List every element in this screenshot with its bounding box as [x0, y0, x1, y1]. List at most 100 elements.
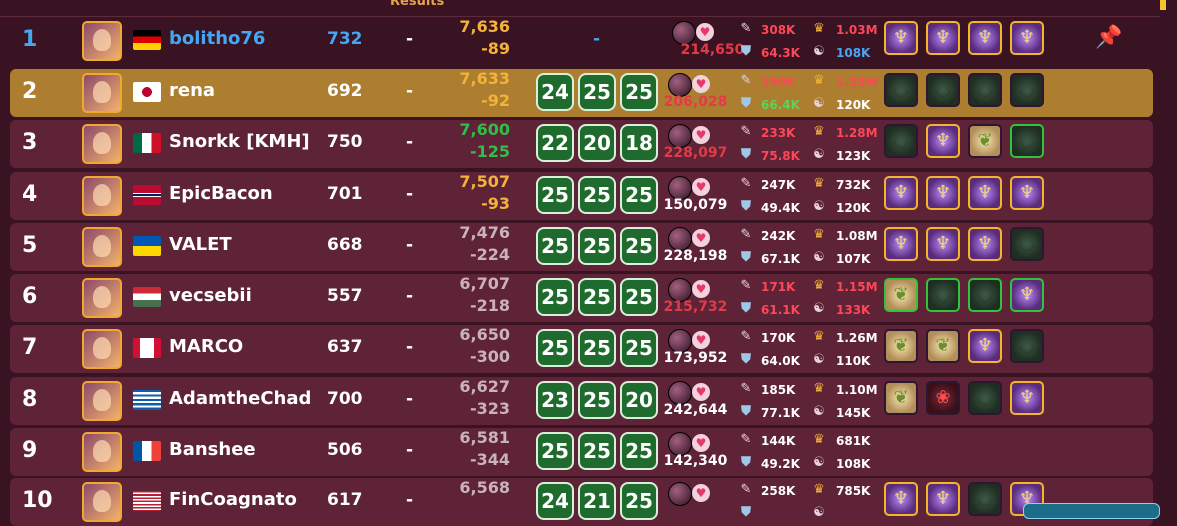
player-avatar[interactable]	[82, 278, 122, 318]
leaderboard-row[interactable]: 10 FinCoagnato 617 - 6,568 24 21 25 ♥ ✎ 258K ⛊ ♛ 785K…	[10, 478, 1153, 526]
team-girl-card[interactable]: ♆	[968, 329, 1002, 363]
team-card-icon: ♆	[934, 130, 952, 151]
score-box: 25	[620, 482, 658, 520]
harmony-value: 120K	[836, 98, 871, 112]
bottom-action-button[interactable]	[1023, 503, 1160, 519]
team-bowl-card[interactable]: ◡	[1010, 73, 1044, 107]
team-girl-card[interactable]: ♆	[884, 482, 918, 516]
player-name[interactable]: vecsebii	[169, 285, 252, 306]
team-bowl-card[interactable]: ◡	[1010, 329, 1044, 363]
rank-number: 7	[22, 335, 38, 360]
team-bowl-card[interactable]: ◡	[884, 124, 918, 158]
team-bowl-card[interactable]: ◡	[926, 73, 960, 107]
team-bowl-card[interactable]: ◡	[968, 482, 1002, 516]
team-leaf-card[interactable]: ❦	[884, 381, 918, 415]
attack-icon: ✎	[740, 73, 752, 88]
defense-icon: ⛊	[741, 404, 751, 419]
change-dash: -	[406, 184, 414, 204]
player-name[interactable]: AdamtheChad	[169, 388, 311, 409]
player-name[interactable]: bolitho76	[169, 28, 265, 49]
player-name[interactable]: MARCO	[169, 336, 243, 357]
team-bowl-card[interactable]: ◡	[884, 73, 918, 107]
player-name[interactable]: rena	[169, 80, 215, 101]
heart-icon: ♥	[692, 178, 710, 196]
team-girl-card[interactable]: ♆	[884, 176, 918, 210]
team-girl-card[interactable]: ♆	[926, 21, 960, 55]
sort-arrow-icon[interactable]: ˇ	[464, 0, 470, 6]
team-girl-card[interactable]: ♆	[968, 227, 1002, 261]
defense-value: 64.3K	[761, 46, 800, 60]
team-girl-card[interactable]: ♆	[926, 227, 960, 261]
team-card-icon: ◡	[978, 79, 992, 100]
defense-value: 75.8K	[761, 149, 800, 163]
leaderboard-row[interactable]: 4 EpicBacon 701-7,507 -93 25 25 25 ♥ 150,079 ✎ 247…	[10, 172, 1153, 220]
team-girl-card[interactable]: ♆	[926, 124, 960, 158]
player-avatar[interactable]	[82, 176, 122, 216]
player-avatar[interactable]	[82, 227, 122, 267]
leaderboard-row[interactable]: 8 AdamtheChad 700 - 6,627 -323 23 25 20 ♥ 242,644 ✎…	[10, 377, 1153, 425]
team-girl-card[interactable]: ♆	[968, 21, 1002, 55]
team-girl-card[interactable]: ♆	[1010, 21, 1044, 55]
score-box: 25	[536, 176, 574, 214]
leaderboard-row[interactable]: 6 vecsebii 557-6,707 -218 25 25 25 ♥ 215,732 ✎ 171…	[10, 274, 1153, 322]
team-girl-card[interactable]: ♆	[926, 176, 960, 210]
leaderboard-row[interactable]: 3 Snorkk [KMH] 750 - 7,600 -125 22 20 18 ♥ 228,097…	[10, 120, 1153, 168]
team-girl-card[interactable]: ♆	[926, 482, 960, 516]
team-bowl-card[interactable]: ◡	[1010, 227, 1044, 261]
team-girl-card[interactable]: ♆	[1010, 381, 1044, 415]
attack-icon: ✎	[740, 124, 752, 139]
ego-crown-icon: ♛	[813, 176, 825, 191]
points-cell: 6,568	[440, 477, 510, 499]
leaderboard-row[interactable]: 7 MARCO 637-6,650 -300 25 25 25 ♥ 173,952 ✎ 170K ⛊ 6…	[10, 325, 1153, 373]
points-diff: -92	[481, 91, 510, 110]
attack-value: 258K	[761, 484, 796, 498]
points-diff: -89	[481, 39, 510, 58]
team-leaf-card[interactable]: ❦	[968, 124, 1002, 158]
leaderboard-row[interactable]: 5 VALET 668-7,476 -224 25 25 25 ♥ 228,198 ✎ 242K ⛊ 6…	[10, 223, 1153, 271]
leaderboard-row[interactable]: 1 bolitho76 732-7,636 -89- ♥ 214,650 ✎ 308K ⛊ 64.…	[10, 17, 1153, 65]
leaderboard-row[interactable]: 2 rena 692-7,633 -92 24 25 25 ♥ 206,028 ✎ 190K ⛊ 66.…	[10, 69, 1153, 117]
player-avatar[interactable]	[82, 73, 122, 113]
rank-number: 10	[22, 488, 53, 513]
team-berries-card[interactable]: ❀	[926, 381, 960, 415]
player-avatar[interactable]	[82, 381, 122, 421]
team-girl-card[interactable]: ♆	[1010, 176, 1044, 210]
defense-icon: ⛊	[741, 352, 751, 367]
team-leaf-card[interactable]: ❦	[884, 329, 918, 363]
team-bowl-card[interactable]: ◡	[926, 278, 960, 312]
score-box: 24	[536, 73, 574, 111]
leaderboard-row[interactable]: 9 Banshee 506-6,581 -344 25 25 25 ♥ 142,340 ✎ 144K…	[10, 428, 1153, 476]
player-avatar[interactable]	[82, 124, 122, 164]
score-box: 25	[536, 227, 574, 265]
player-name[interactable]: VALET	[169, 234, 232, 255]
player-name[interactable]: Snorkk [KMH]	[169, 131, 310, 152]
player-avatar[interactable]	[82, 482, 122, 522]
ego-crown-icon: ♛	[813, 381, 825, 396]
player-avatar[interactable]	[82, 21, 122, 61]
rank-number: 6	[22, 284, 38, 309]
team-girl-card[interactable]: ♆	[968, 176, 1002, 210]
attack-value: 170K	[761, 331, 796, 345]
team-bowl-card[interactable]: ◡	[968, 73, 1002, 107]
team-girl-card[interactable]: ♆	[884, 21, 918, 55]
team-leaf-card[interactable]: ❦	[926, 329, 960, 363]
harmony-icon: ☯	[813, 352, 825, 367]
team-girl-card[interactable]: ♆	[1010, 278, 1044, 312]
player-name[interactable]: FinCoagnato	[169, 489, 297, 510]
team-card-icon: ♆	[892, 233, 910, 254]
country-flag	[133, 30, 161, 50]
team-girl-card[interactable]: ♆	[884, 227, 918, 261]
team-bowl-card[interactable]: ◡	[1010, 124, 1044, 158]
player-name[interactable]: Banshee	[169, 439, 256, 460]
team-bowl-card[interactable]: ◡	[968, 278, 1002, 312]
pin-icon[interactable]: 📌	[1095, 25, 1122, 50]
player-avatar[interactable]	[82, 329, 122, 369]
results-column-header[interactable]: Results	[390, 0, 444, 9]
change-dash: -	[406, 490, 414, 510]
player-name[interactable]: EpicBacon	[169, 183, 273, 204]
team-leaf-card[interactable]: ❦	[884, 278, 918, 312]
player-avatar[interactable]	[82, 432, 122, 472]
country-flag	[133, 185, 161, 205]
heart-icon: ♥	[692, 331, 710, 349]
team-bowl-card[interactable]: ◡	[968, 381, 1002, 415]
